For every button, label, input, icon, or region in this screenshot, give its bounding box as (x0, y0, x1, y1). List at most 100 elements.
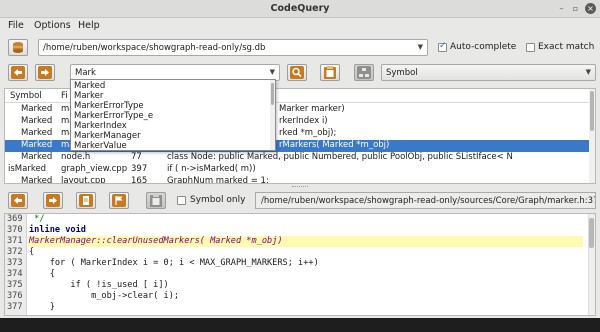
autocomplete-item[interactable]: MarkerManager (74, 131, 141, 141)
line-number: 376 (7, 291, 23, 301)
title-bar: CodeQuery – ▫ × (0, 0, 600, 18)
column-header-file[interactable]: Fi (61, 91, 68, 101)
search-button[interactable] (287, 64, 307, 81)
chevron-down-icon: ▼ (585, 68, 591, 76)
cell-text: Marker marker) (279, 104, 345, 114)
maximize-button[interactable]: ▫ (570, 3, 581, 14)
arrow-left-icon (11, 66, 25, 79)
cell-symbol: Marked (21, 104, 53, 114)
autocomplete-item[interactable]: MarkerErrorType_e (74, 111, 153, 121)
file-forward-button[interactable] (43, 192, 63, 209)
autocomplete-item[interactable]: Marker (74, 91, 103, 101)
column-header-symbol[interactable]: Symbol (10, 91, 42, 101)
database-path-combo[interactable]: /home/ruben/workspace/showgraph-read-onl… (38, 39, 428, 56)
line-number: 373 (7, 258, 23, 268)
splitter-handle[interactable] (292, 186, 308, 188)
menu-help[interactable]: Help (78, 20, 100, 31)
chevron-down-icon: ▼ (269, 68, 275, 76)
line-number-gutter: 369 370 371 372 373 374 375 376 377 (5, 214, 27, 315)
minimize-button[interactable]: – (556, 3, 567, 14)
scrollbar-thumb[interactable] (271, 83, 274, 105)
open-file-button[interactable] (76, 192, 96, 209)
menu-options[interactable]: Options (34, 20, 71, 31)
database-path-value: /home/ruben/workspace/showgraph-read-onl… (43, 43, 266, 53)
file-path-field[interactable]: /home/ruben/workspace/showgraph-read-onl… (255, 192, 596, 209)
autocomplete-item[interactable]: MarkerValue (74, 141, 127, 150)
results-scrollbar[interactable] (589, 89, 595, 183)
autocomplete-checkbox[interactable] (438, 41, 447, 52)
scrollbar-thumb[interactable] (590, 91, 594, 131)
table-row[interactable]: Marked layout.cpp 165 GraphNum marked = … (5, 176, 595, 184)
paste-button[interactable] (320, 64, 340, 81)
search-input[interactable]: Mark (75, 68, 96, 78)
code-line: } (29, 302, 55, 312)
exact-match-label: Exact match (538, 42, 595, 52)
chevron-down-icon: ▼ (417, 43, 423, 51)
close-button[interactable]: × (585, 3, 596, 14)
document-icon (79, 194, 93, 207)
cell-text: rked *m_obj); (279, 128, 337, 138)
symbol-only-label: Symbol only (190, 195, 246, 205)
cell-symbol: Marked (21, 128, 53, 138)
editor-scrollbar[interactable] (588, 214, 595, 315)
back-button[interactable] (8, 64, 28, 81)
autocomplete-popup[interactable]: Marked Marker MarkerErrorType MarkerErro… (70, 79, 276, 151)
graph-button[interactable] (354, 64, 374, 81)
cell-file: graph_view.cpp (61, 164, 128, 174)
code-line: */ (29, 214, 45, 224)
open-database-button[interactable] (8, 39, 28, 56)
line-number: 369 (7, 214, 23, 224)
autocomplete-item[interactable]: MarkerIndex (74, 121, 127, 131)
app-window: CodeQuery – ▫ × File Options Help /home/… (0, 0, 600, 332)
symbol-only-checkbox[interactable] (177, 196, 186, 205)
table-row[interactable]: isMarked graph_view.cpp 397 if ( n->isMa… (5, 164, 595, 176)
line-number: 374 (7, 269, 23, 279)
code-line: inline void (29, 225, 86, 235)
code-editor[interactable]: 369 370 371 372 373 374 375 376 377 */ i… (4, 213, 596, 316)
autocomplete-label: Auto-complete (450, 42, 517, 52)
arrow-right-icon (38, 66, 52, 79)
cell-line: 397 (131, 164, 148, 174)
database-icon (13, 42, 23, 53)
cell-text: class Node: public Marked, public Number… (167, 152, 513, 162)
copy-button[interactable] (146, 192, 166, 209)
search-icon (290, 66, 304, 79)
file-back-button[interactable] (8, 192, 28, 209)
file-path-value: /home/ruben/workspace/showgraph-read-onl… (261, 196, 596, 206)
cell-text: if ( n->isMarked( m)) (167, 164, 256, 174)
table-row[interactable]: Marked node.h 77 class Node: public Mark… (5, 152, 595, 164)
cell-symbol: Marked (21, 140, 53, 150)
status-bar (0, 318, 600, 332)
flag-icon (112, 194, 126, 207)
line-number: 372 (7, 247, 23, 257)
code-line: { (29, 269, 55, 279)
cell-text: rkerIndex i) (279, 116, 328, 126)
autocomplete-item[interactable]: MarkerErrorType (74, 101, 144, 111)
cell-symbol: Marked (21, 152, 53, 162)
autocomplete-scrollbar[interactable] (270, 80, 275, 150)
cell-line: 77 (131, 152, 142, 162)
exact-match-checkbox[interactable] (526, 43, 535, 52)
menu-file[interactable]: File (8, 20, 24, 31)
forward-button[interactable] (35, 64, 55, 81)
cell-file: node.h (61, 152, 91, 162)
line-number: 371 (7, 236, 23, 246)
line-number: 370 (7, 225, 23, 235)
autocomplete-item[interactable]: Marked (74, 81, 105, 91)
cell-file: layout.cpp (61, 176, 106, 184)
cell-text: rMarkers( Marked *m_obj) (279, 140, 390, 150)
bookmark-button[interactable] (109, 192, 129, 209)
graph-icon (357, 66, 371, 79)
scrollbar-thumb[interactable] (589, 218, 594, 248)
cell-text: GraphNum marked = 1; (167, 176, 269, 184)
code-line: m_obj->clear( i); (29, 291, 180, 301)
search-type-combo[interactable]: Symbol ▼ (381, 64, 596, 81)
code-line: for ( MarkerIndex i = 0; i < MAX_GRAPH_M… (29, 258, 319, 268)
search-type-value: Symbol (386, 68, 418, 78)
code-line-current: MarkerManager::clearUnusedMarkers( Marke… (29, 236, 283, 246)
line-number: 377 (7, 302, 23, 312)
clipboard-icon (324, 66, 336, 79)
cell-symbol: Marked (21, 176, 53, 184)
menu-bar: File Options Help (0, 18, 600, 34)
cell-symbol: Marked (21, 116, 53, 126)
